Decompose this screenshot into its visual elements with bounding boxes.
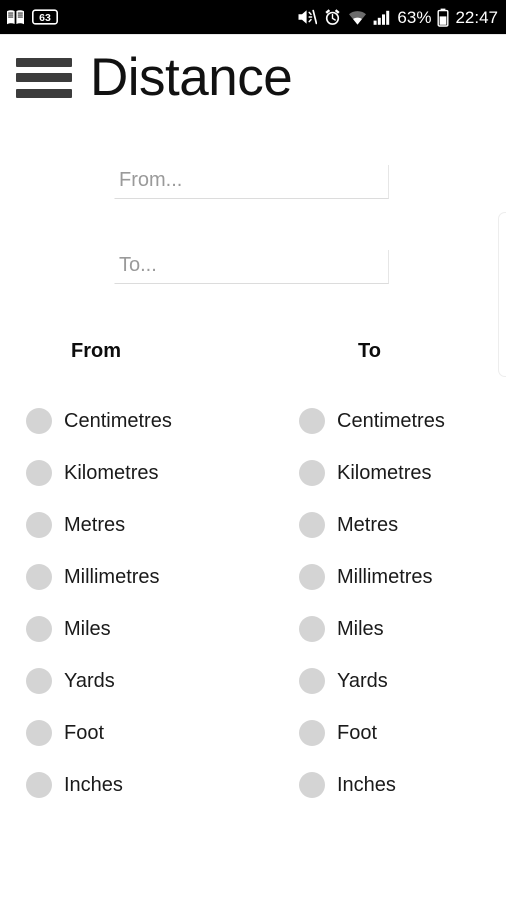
unit-label: Centimetres bbox=[64, 410, 172, 432]
to-unit-option[interactable]: Yards bbox=[299, 655, 445, 707]
book-notification-icon bbox=[6, 9, 25, 26]
unit-label: Metres bbox=[64, 514, 126, 536]
radio-button-icon[interactable] bbox=[26, 564, 52, 590]
to-unit-option[interactable]: Kilometres bbox=[299, 447, 445, 499]
page-title: Distance bbox=[90, 48, 293, 107]
status-bar: 63 63% 22:47 bbox=[0, 0, 506, 34]
to-column-header: To bbox=[358, 340, 381, 362]
unit-label: Centimetres bbox=[337, 410, 445, 432]
alarm-clock-icon bbox=[323, 8, 342, 27]
menu-bar-bottom bbox=[16, 88, 72, 98]
unit-label: Metres bbox=[337, 514, 399, 536]
to-unit-option[interactable]: Foot bbox=[299, 707, 445, 759]
wifi-icon bbox=[348, 9, 367, 26]
volume-mute-icon bbox=[297, 8, 318, 26]
to-unit-list: Centimetres Kilometres Metres Millimetre… bbox=[299, 395, 445, 811]
unit-label: Miles bbox=[337, 618, 384, 640]
unit-label: Foot bbox=[64, 722, 105, 744]
svg-text:63: 63 bbox=[39, 12, 51, 24]
radio-button-icon[interactable] bbox=[299, 408, 325, 434]
from-value-input[interactable] bbox=[114, 165, 389, 199]
radio-button-icon[interactable] bbox=[299, 512, 325, 538]
radio-button-icon[interactable] bbox=[26, 616, 52, 642]
unit-label: Inches bbox=[64, 774, 123, 796]
radio-button-icon[interactable] bbox=[26, 512, 52, 538]
from-unit-list: Centimetres Kilometres Metres Millimetre… bbox=[26, 395, 172, 811]
from-unit-option[interactable]: Foot bbox=[26, 707, 172, 759]
from-unit-option[interactable]: Inches bbox=[26, 759, 172, 811]
unit-label: Inches bbox=[337, 774, 396, 796]
radio-button-icon[interactable] bbox=[26, 460, 52, 486]
from-unit-option[interactable]: Centimetres bbox=[26, 395, 172, 447]
radio-button-icon[interactable] bbox=[26, 772, 52, 798]
battery-percentage-label: 63% bbox=[397, 7, 432, 27]
battery-icon bbox=[437, 8, 449, 27]
hamburger-menu-icon[interactable] bbox=[16, 57, 72, 98]
radio-button-icon[interactable] bbox=[26, 668, 52, 694]
radio-button-icon[interactable] bbox=[299, 668, 325, 694]
to-unit-option[interactable]: Miles bbox=[299, 603, 445, 655]
to-unit-option[interactable]: Metres bbox=[299, 499, 445, 551]
cellular-signal-icon bbox=[373, 9, 391, 26]
menu-bar-middle bbox=[16, 73, 72, 82]
app-header: Distance bbox=[0, 35, 506, 120]
from-column-header: From bbox=[71, 340, 121, 362]
sixty-three-badge-icon: 63 bbox=[32, 9, 58, 25]
offscreen-panel-edge bbox=[498, 212, 506, 377]
unit-label: Kilometres bbox=[64, 462, 159, 484]
to-unit-option[interactable]: Millimetres bbox=[299, 551, 445, 603]
radio-button-icon[interactable] bbox=[299, 720, 325, 746]
to-value-input[interactable] bbox=[114, 250, 389, 284]
from-unit-option[interactable]: Miles bbox=[26, 603, 172, 655]
radio-button-icon[interactable] bbox=[299, 616, 325, 642]
radio-button-icon[interactable] bbox=[26, 720, 52, 746]
from-unit-option[interactable]: Kilometres bbox=[26, 447, 172, 499]
status-bar-clock: 22:47 bbox=[455, 7, 498, 27]
unit-label: Yards bbox=[337, 670, 388, 692]
radio-button-icon[interactable] bbox=[26, 408, 52, 434]
radio-button-icon[interactable] bbox=[299, 564, 325, 590]
radio-button-icon[interactable] bbox=[299, 460, 325, 486]
from-unit-option[interactable]: Millimetres bbox=[26, 551, 172, 603]
radio-button-icon[interactable] bbox=[299, 772, 325, 798]
menu-bar-top bbox=[16, 57, 72, 67]
from-unit-option[interactable]: Metres bbox=[26, 499, 172, 551]
from-unit-option[interactable]: Yards bbox=[26, 655, 172, 707]
status-bar-left-icons: 63 bbox=[6, 9, 58, 26]
unit-label: Kilometres bbox=[337, 462, 432, 484]
unit-label: Yards bbox=[64, 670, 115, 692]
unit-label: Millimetres bbox=[337, 566, 433, 588]
unit-label: Millimetres bbox=[64, 566, 160, 588]
status-bar-right-icons: 63% 22:47 bbox=[297, 8, 498, 27]
unit-label: Foot bbox=[337, 722, 378, 744]
unit-label: Miles bbox=[64, 618, 111, 640]
to-unit-option[interactable]: Centimetres bbox=[299, 395, 445, 447]
to-unit-option[interactable]: Inches bbox=[299, 759, 445, 811]
